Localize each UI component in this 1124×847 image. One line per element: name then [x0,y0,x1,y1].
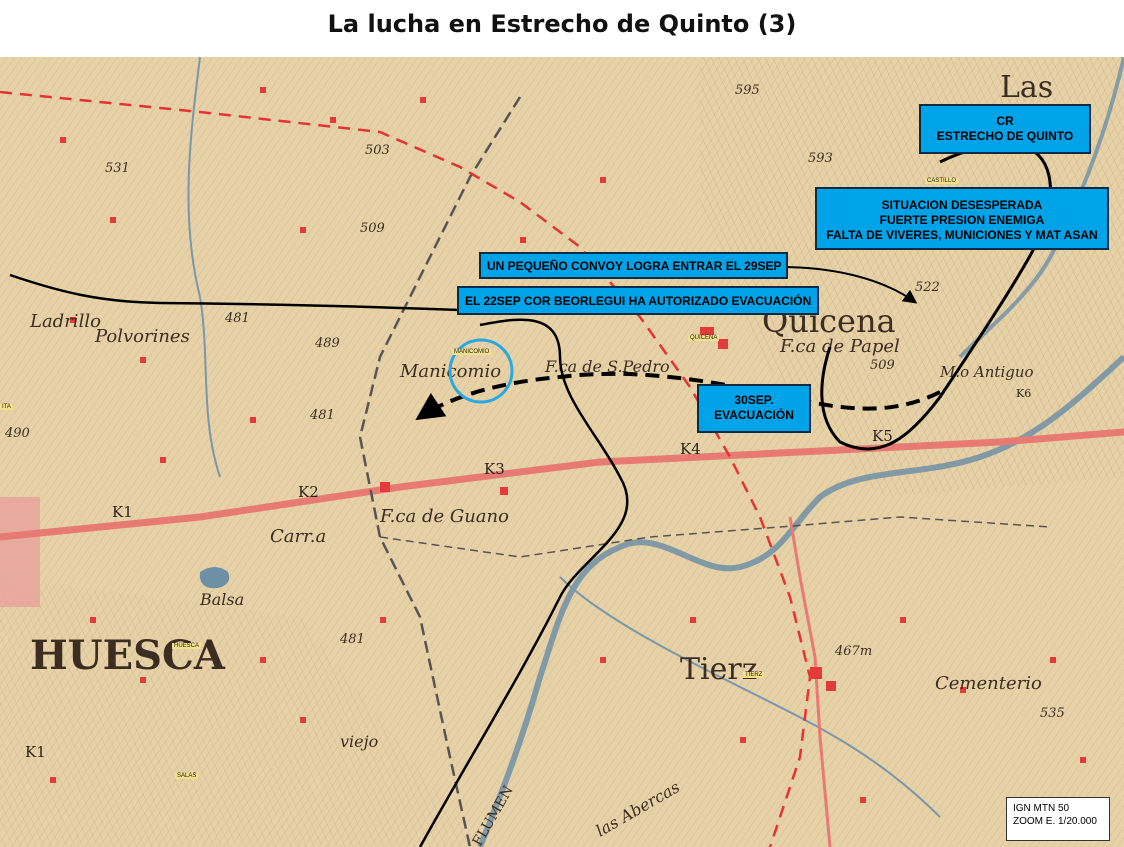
callout-evacuacion[interactable]: 30SEP. EVACUACIÓN [697,384,811,433]
huesca-town [0,497,40,607]
legend-scale: ZOOM E. 1/20.000 [1013,816,1097,827]
svg-text:489: 489 [314,336,340,351]
km-2: K2 [298,483,319,501]
km-1: K1 [112,503,133,521]
label-las: Las [1000,70,1053,105]
callout-evacuacion-line1: 30SEP. [734,393,774,407]
svg-text:490: 490 [4,426,30,441]
label-cementerio: Cementerio [935,673,1042,694]
tiny-label-quicena: QUICENA [688,335,720,341]
tiny-label-huesca: HUESCA [172,643,202,649]
km-1b: K1 [25,743,46,761]
callout-cr-line1: CR [996,114,1014,128]
callout-convoy-text: UN PEQUEÑO CONVOY LOGRA ENTRAR EL 29SEP [487,259,782,273]
label-fca-papel: F.ca de Papel [779,336,900,357]
callout-convoy[interactable]: UN PEQUEÑO CONVOY LOGRA ENTRAR EL 29SEP [479,252,788,279]
svg-text:595: 595 [735,83,760,98]
callout-autorizado-text: EL 22SEP COR BEORLEGUI HA AUTORIZADO EVA… [465,294,812,308]
label-ladrillo: Ladrillo [29,311,101,332]
tiny-label-ita: ITA [0,404,13,410]
svg-text:509: 509 [360,221,385,236]
svg-text:531: 531 [105,161,130,176]
km-3: K3 [484,460,505,478]
callout-cr-line2: ESTRECHO DE QUINTO [936,129,1074,143]
svg-text:481: 481 [339,632,365,647]
callout-situacion-line3: FALTA DE VIVERES, MUNICIONES Y MAT ASAN [826,228,1098,242]
svg-text:522: 522 [915,280,940,295]
callout-situacion-line1: SITUACION DESESPERADA [881,198,1043,212]
label-carr: Carr.a [270,526,326,547]
km-5: K5 [872,427,893,445]
tiny-label-manicomio: MANICOMIO [452,349,492,355]
svg-text:481: 481 [309,408,335,423]
svg-text:481: 481 [224,311,250,326]
callout-cr[interactable]: CR ESTRECHO DE QUINTO [919,104,1091,154]
callout-autorizado[interactable]: EL 22SEP COR BEORLEGUI HA AUTORIZADO EVA… [457,286,819,315]
callout-situacion-line2: FUERTE PRESION ENEMIGA [879,213,1045,227]
svg-text:503: 503 [365,143,390,158]
svg-text:535: 535 [1040,706,1065,721]
svg-text:593: 593 [808,151,833,166]
km-4: K4 [680,440,701,458]
label-tierz: Tierz [680,652,758,687]
legend-source: IGN MTN 50 [1013,803,1070,814]
page-title: La lucha en Estrecho de Quinto (3) [327,10,797,38]
label-polvorines: Polvorines [94,326,190,347]
svg-text:509: 509 [870,358,895,373]
svg-text:467m: 467m [834,644,872,659]
map-source-legend: IGN MTN 50 ZOOM E. 1/20.000 [1006,797,1110,841]
label-huesca: HUESCA [30,632,226,679]
callout-evacuacion-line2: EVACUACIÓN [714,408,794,422]
callout-situacion[interactable]: SITUACION DESESPERADA FUERTE PRESION ENE… [815,187,1109,250]
tiny-label-salas: SALAS [175,773,199,779]
tiny-label-castillo: CASTILLO [925,178,959,184]
map[interactable]: HUESCA Tierz Quicena Manicomio Polvorine… [0,57,1124,847]
tiny-label-tierz: TIERZ [743,672,765,678]
label-balsa: Balsa [199,590,244,609]
label-fca-guano: F.ca de Guano [379,506,509,527]
label-viejo: viejo [340,732,378,751]
balsa-pond [199,567,230,589]
km-6: K6 [1016,387,1031,400]
